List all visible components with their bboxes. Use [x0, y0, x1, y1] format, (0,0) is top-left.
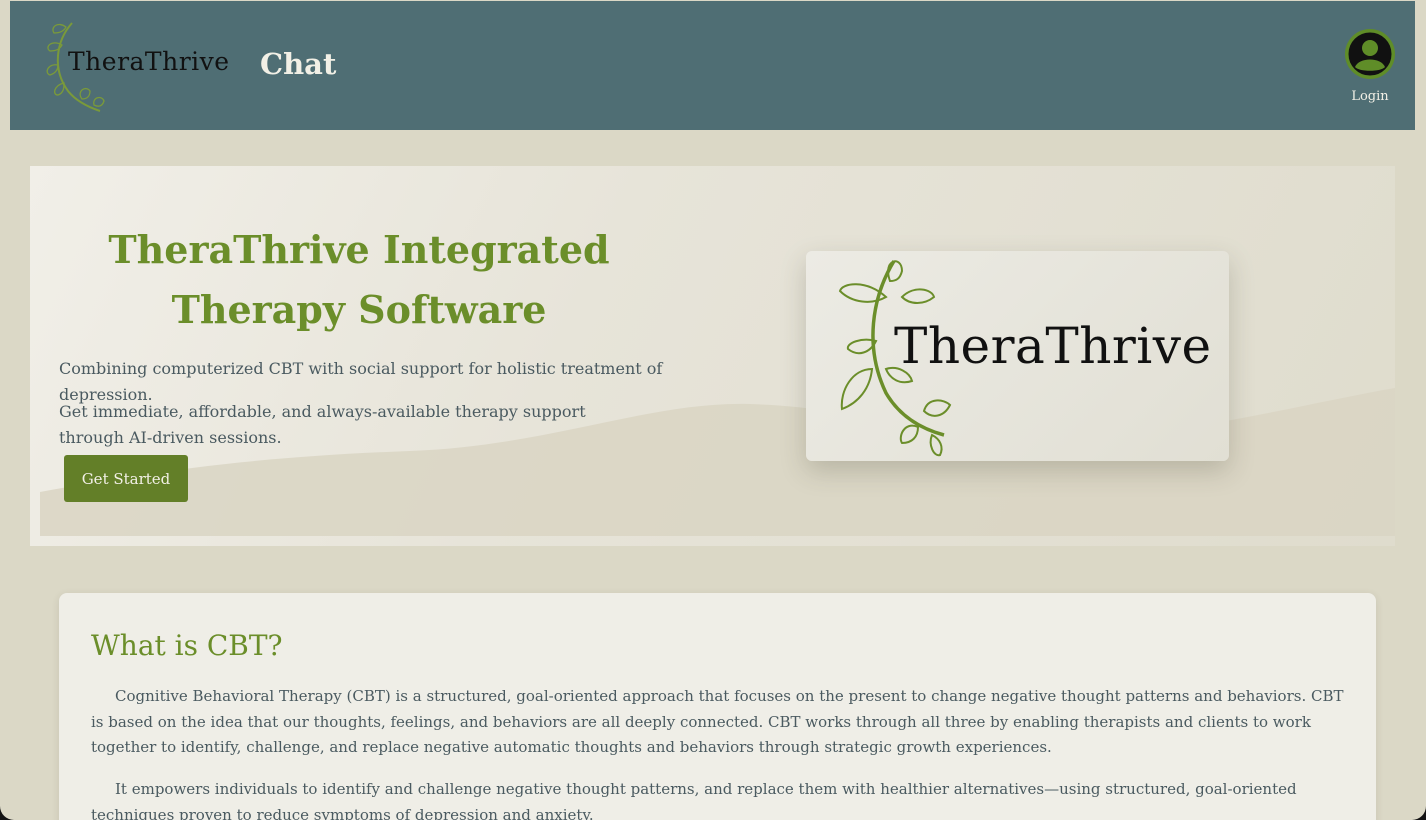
nav-logo[interactable]: TheraThrive	[42, 19, 232, 113]
cbt-paragraph: Cognitive Behavioral Therapy (CBT) is a …	[91, 687, 1344, 756]
user-avatar-icon	[1345, 29, 1395, 79]
hero-logo-text: TheraThrive	[894, 317, 1212, 375]
page: TheraThrive Chat Login TheraThrive Integ…	[0, 0, 1426, 820]
get-started-button[interactable]: Get Started	[64, 455, 188, 502]
hero-title: TheraThrive Integrated Therapy Software	[108, 227, 610, 332]
cbt-title: What is CBT?	[91, 629, 283, 662]
nav-chat-link[interactable]: Chat	[260, 47, 336, 81]
navbar: TheraThrive Chat Login	[10, 1, 1415, 130]
hero-logo-card: TheraThrive	[806, 251, 1229, 461]
cbt-paragraph: It empowers individuals to identify and …	[91, 780, 1297, 820]
nav-logo-text: TheraThrive	[68, 47, 230, 76]
login-button[interactable]: Login	[1339, 29, 1401, 109]
login-label: Login	[1351, 89, 1389, 104]
hero-section: TheraThrive Integrated Therapy Software …	[30, 166, 1395, 546]
cbt-info-card: What is CBT? Cognitive Behavioral Therap…	[59, 593, 1376, 820]
hero-description: Get immediate, affordable, and always-av…	[59, 402, 586, 447]
